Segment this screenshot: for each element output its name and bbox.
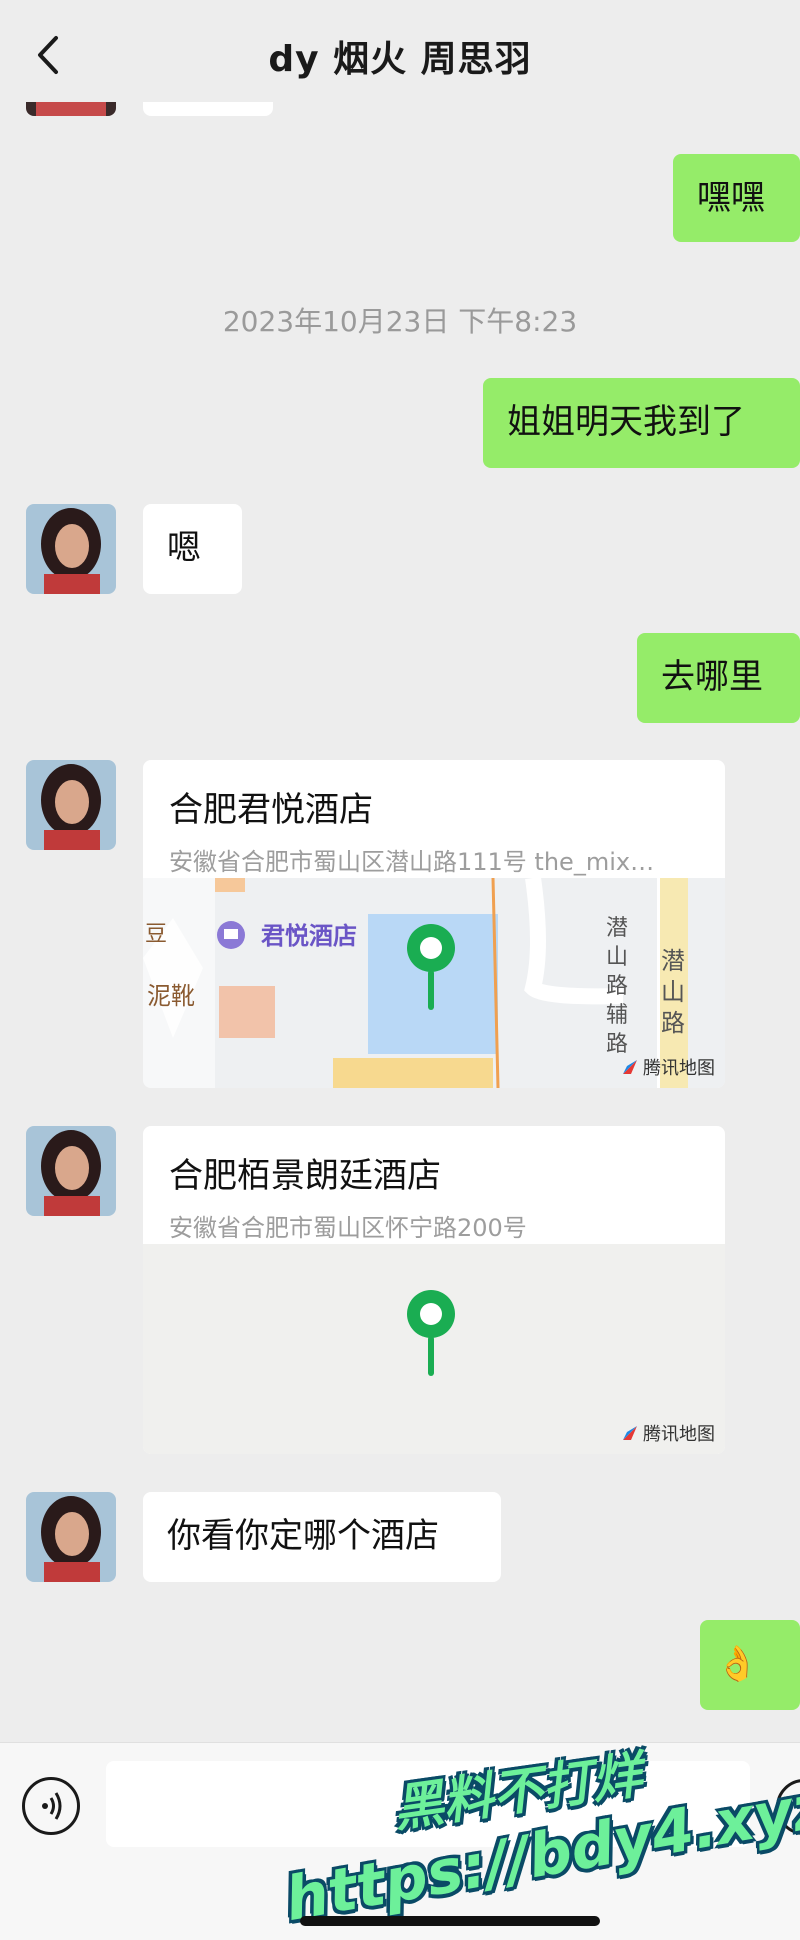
avatar[interactable] <box>26 1126 116 1216</box>
tencent-map-logo: 腾讯地图 <box>621 1420 715 1446</box>
location-address: 安徽省合肥市蜀山区潜山路111号 the_mix… <box>169 848 655 876</box>
location-card[interactable]: 合肥栢景朗廷酒店 安徽省合肥市蜀山区怀宁路200号 腾讯地图 <box>143 1126 725 1454</box>
location-address: 安徽省合肥市蜀山区怀宁路200号 <box>169 1214 527 1242</box>
map-preview[interactable]: 腾讯地图 <box>143 1244 725 1454</box>
map-pin-icon <box>401 918 461 1018</box>
home-indicator[interactable] <box>300 1916 600 1926</box>
message-bubble-incoming[interactable]: 你看你定哪个酒店 <box>143 1492 501 1582</box>
location-card[interactable]: 合肥君悦酒店 安徽省合肥市蜀山区潜山路111号 the_mix… 君悦酒店 豆 … <box>143 760 725 1088</box>
voice-input-icon[interactable] <box>22 1777 80 1835</box>
location-name: 合肥栢景朗廷酒店 <box>169 1156 441 1196</box>
message-bubble-incoming[interactable]: 嗯 <box>143 504 242 594</box>
message-bubble-outgoing[interactable]: 姐姐明天我到了 <box>483 378 800 468</box>
tencent-map-logo: 腾讯地图 <box>621 1054 715 1080</box>
map-label-area: 泥靴 <box>147 982 195 1010</box>
chat-header: dy 烟火 周思羽 <box>0 0 800 102</box>
avatar[interactable] <box>26 1492 116 1582</box>
map-label-road-aux: 潜山路辅路 <box>606 916 629 1057</box>
message-bubble-outgoing[interactable]: 嘿嘿 <box>673 154 800 242</box>
avatar[interactable] <box>26 760 116 850</box>
message-bubble-outgoing[interactable]: 去哪里 <box>637 633 800 723</box>
map-label-road: 潜山路 <box>661 947 685 1037</box>
message-timestamp: 2023年10月23日 下午8:23 <box>222 305 578 338</box>
map-preview[interactable]: 君悦酒店 豆 泥靴 潜山路辅路 潜山路 腾讯地图 <box>143 878 725 1088</box>
message-bubble-outgoing[interactable]: 👌 <box>700 1620 800 1710</box>
map-label-edge: 豆 <box>145 922 168 947</box>
map-label-hotel: 君悦酒店 <box>261 922 357 950</box>
chat-title: dy 烟火 周思羽 <box>268 39 532 80</box>
avatar[interactable] <box>26 504 116 594</box>
tencent-map-icon <box>623 1426 637 1440</box>
location-name: 合肥君悦酒店 <box>169 790 373 830</box>
tencent-map-icon <box>623 1060 637 1074</box>
map-pin-icon <box>401 1284 461 1384</box>
